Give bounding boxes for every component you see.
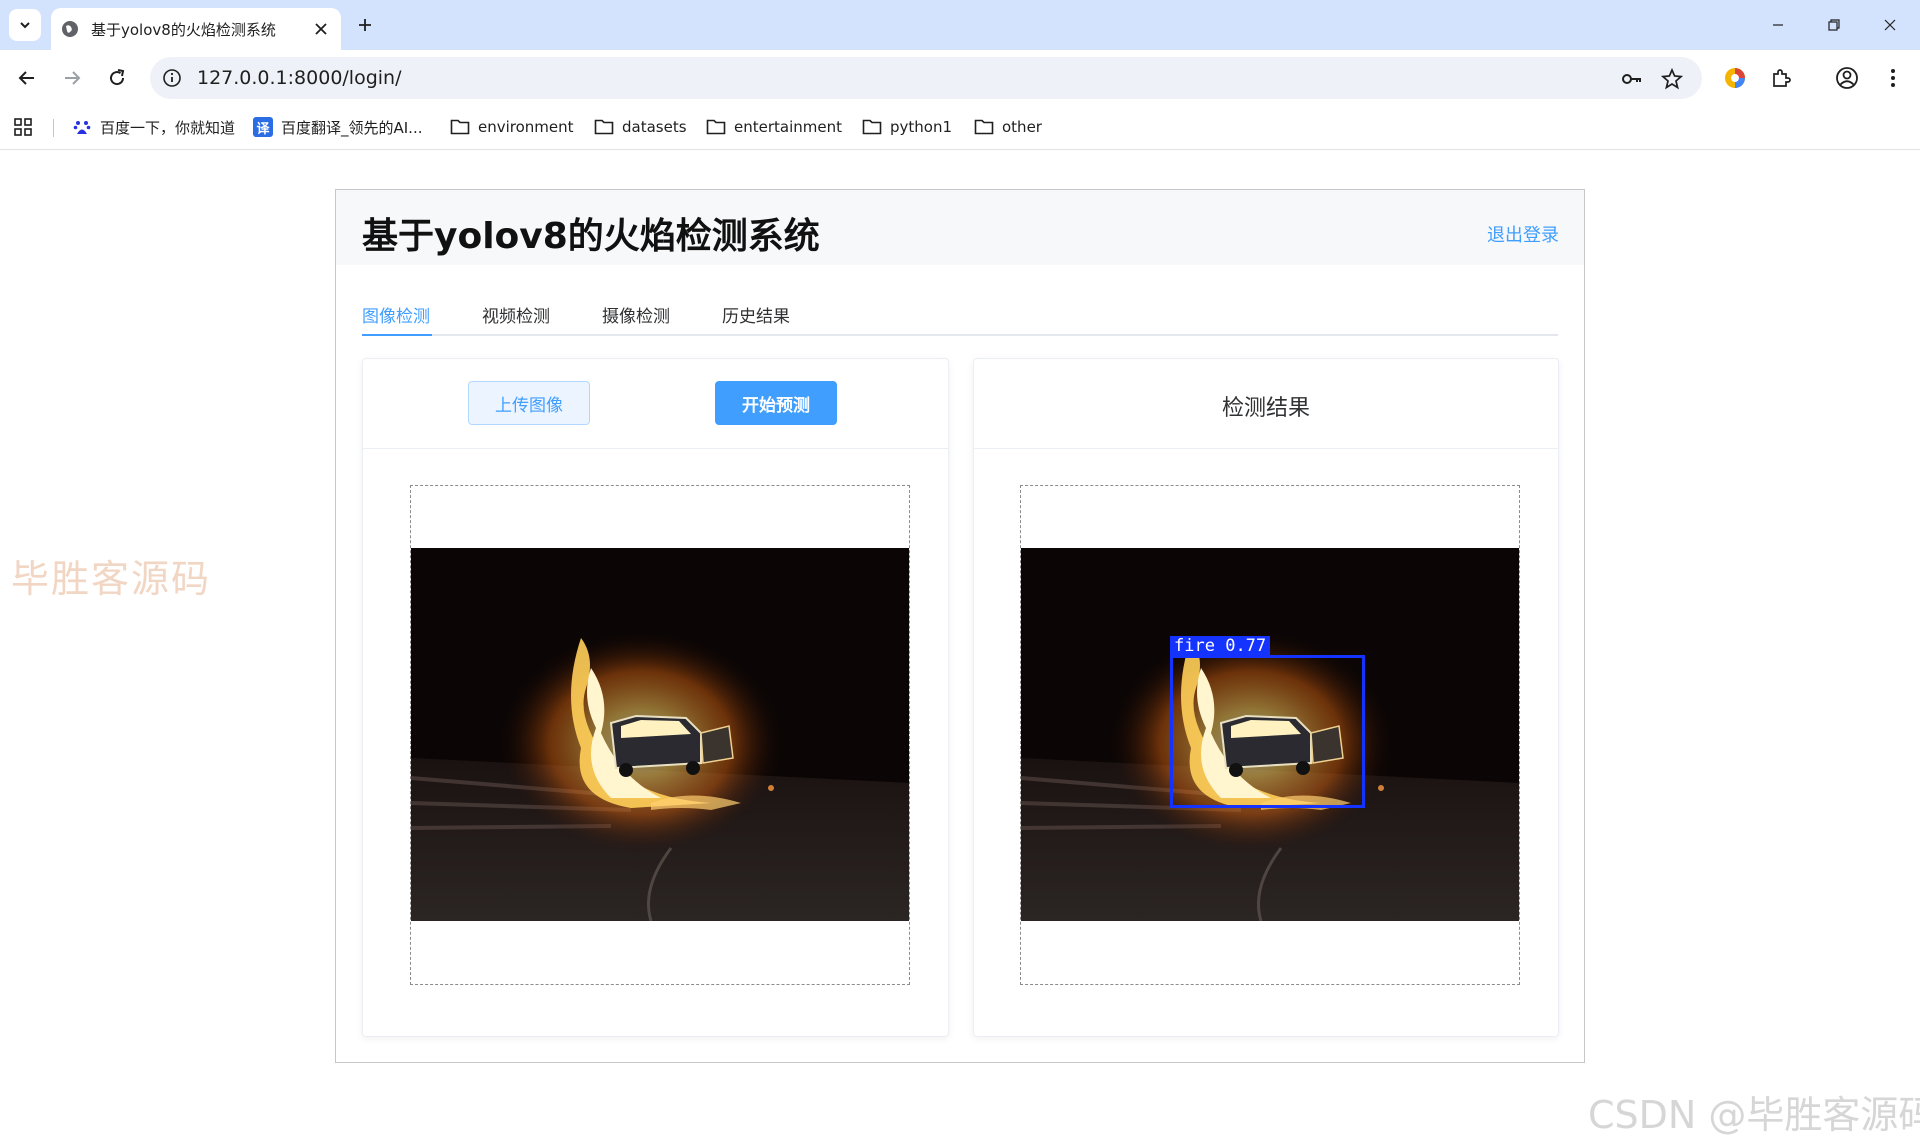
bookmark-star-icon[interactable] [1660, 67, 1684, 91]
bookmark-label: 百度翻译_领先的AI... [281, 118, 423, 137]
browser-tab-bar: 基于yolov8的火焰检测系统 [0, 0, 1920, 50]
url-text[interactable]: 127.0.0.1:8000/login/ [197, 67, 402, 89]
bookmark-label: datasets [622, 118, 687, 136]
window-close-button[interactable] [1862, 0, 1918, 50]
folder-icon [862, 117, 882, 137]
more-menu-icon[interactable] [1878, 63, 1908, 93]
result-card-header: 检测结果 [974, 359, 1558, 449]
detection-label: fire 0.77 [1170, 636, 1271, 657]
browser-toolbar: 127.0.0.1:8000/login/ [0, 50, 1920, 106]
result-title: 检测结果 [1221, 396, 1310, 421]
reload-button[interactable] [100, 61, 134, 95]
upload-image-button[interactable]: 上传图像 [468, 381, 590, 425]
translate-icon: 译 [253, 117, 273, 137]
detection-bounding-box [1170, 655, 1365, 808]
start-predict-button[interactable]: 开始预测 [715, 381, 837, 425]
bookmark-label: 百度一下，你就知道 [100, 118, 236, 137]
address-bar[interactable]: 127.0.0.1:8000/login/ [150, 57, 1702, 99]
browser-tab[interactable]: 基于yolov8的火焰检测系统 [51, 8, 341, 50]
logout-link[interactable]: 退出登录 [1487, 221, 1559, 247]
apps-grid-button[interactable] [13, 114, 33, 140]
bookmark-label: environment [478, 118, 574, 136]
folder-icon [594, 117, 614, 137]
bookmark-folder[interactable]: environment [450, 114, 574, 140]
bookmarks-bar: 百度一下，你就知道 译 百度翻译_领先的AI... environment da… [0, 106, 1920, 150]
active-tab-indicator [362, 334, 432, 336]
detection-confidence: 0.77 [1225, 636, 1267, 656]
password-key-icon[interactable] [1620, 67, 1644, 91]
restore-button[interactable] [1806, 0, 1862, 50]
bookmarks-divider [53, 119, 54, 137]
restore-icon [1828, 19, 1840, 31]
chevron-down-icon [20, 22, 30, 29]
folder-icon [706, 117, 726, 137]
bookmark-folder[interactable]: datasets [594, 114, 687, 140]
app-container: 基于yolov8的火焰检测系统 退出登录 图像检测 视频检测 摄像检测 历史结果… [335, 189, 1585, 1063]
bookmark-label: other [1002, 118, 1042, 136]
minimize-button[interactable] [1750, 0, 1806, 50]
forward-button[interactable] [55, 61, 89, 95]
bookmark-item[interactable]: 译 百度翻译_领先的AI... [253, 114, 423, 140]
upload-dropzone[interactable] [410, 485, 910, 985]
new-tab-button[interactable] [351, 11, 379, 39]
folder-icon [450, 117, 470, 137]
profile-avatar-icon[interactable] [1832, 63, 1862, 93]
tab-video-detection[interactable]: 视频检测 [482, 302, 550, 336]
upload-card: 上传图像 开始预测 [362, 358, 949, 1037]
bookmark-label: entertainment [734, 118, 842, 136]
arrow-right-icon [65, 71, 81, 85]
apps-grid-icon [14, 118, 32, 136]
result-card: 检测结果 fire 0.77 [973, 358, 1559, 1037]
tab-camera-detection[interactable]: 摄像检测 [602, 302, 670, 336]
watermark-left: 毕胜客源码 [11, 557, 212, 601]
bookmark-folder[interactable]: other [974, 114, 1042, 140]
translate-glyph: 译 [256, 121, 270, 137]
folder-icon [974, 117, 994, 137]
arrow-left-icon [18, 71, 34, 85]
input-image [411, 548, 909, 921]
bookmark-item[interactable]: 百度一下，你就知道 [72, 114, 235, 140]
bookmark-folder[interactable]: entertainment [706, 114, 842, 140]
result-image: fire 0.77 [1021, 548, 1519, 921]
detection-tabs: 图像检测 视频检测 摄像检测 历史结果 [362, 302, 1558, 336]
bookmark-label: python1 [890, 118, 953, 136]
result-image-frame: fire 0.77 [1020, 485, 1520, 985]
tab-search-button[interactable] [9, 9, 41, 41]
minimize-icon [1773, 24, 1783, 26]
upload-card-header: 上传图像 开始预测 [363, 359, 948, 449]
detection-class: fire [1174, 636, 1215, 656]
globe-icon [61, 20, 79, 38]
bookmark-folder[interactable]: python1 [862, 114, 952, 140]
extension-colorful-icon[interactable] [1720, 63, 1750, 93]
window-close-icon [1884, 19, 1896, 31]
baidu-icon [72, 117, 92, 137]
tab-history-results[interactable]: 历史结果 [722, 302, 790, 336]
tab-image-detection[interactable]: 图像检测 [362, 302, 430, 336]
app-header: 基于yolov8的火焰检测系统 退出登录 [336, 190, 1584, 265]
plus-icon [359, 19, 371, 31]
tab-title: 基于yolov8的火焰检测系统 [91, 20, 276, 39]
reload-icon [110, 69, 125, 86]
extensions-puzzle-icon[interactable] [1766, 63, 1796, 93]
site-info-icon[interactable] [162, 68, 182, 88]
page-title: 基于yolov8的火焰检测系统 [362, 216, 820, 257]
close-icon[interactable] [311, 19, 331, 39]
back-button[interactable] [10, 61, 44, 95]
watermark-right: CSDN @毕胜客源码 [1588, 1093, 1920, 1137]
